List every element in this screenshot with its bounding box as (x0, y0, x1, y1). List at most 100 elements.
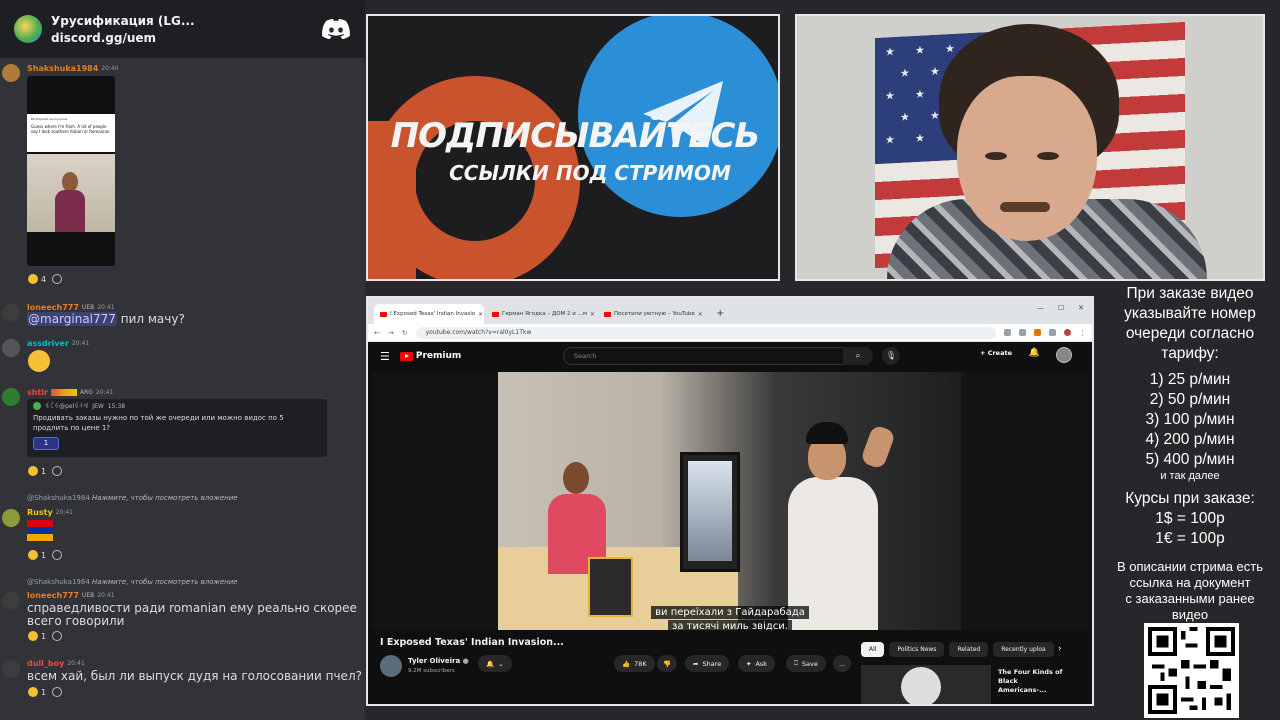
close-icon[interactable]: ✕ (478, 311, 483, 318)
rates-title: Курсы при заказе: (1125, 490, 1255, 507)
url-field[interactable]: youtube.com/watch?v=ral0yL1Tkw (415, 326, 996, 339)
reaction[interactable]: 1 (28, 466, 46, 476)
maximize-icon[interactable]: ☐ (1058, 304, 1064, 312)
video-frame (498, 372, 961, 630)
add-reaction-icon[interactable] (52, 466, 63, 476)
message-author[interactable]: shtir (27, 388, 48, 397)
close-window-icon[interactable]: ✕ (1078, 304, 1084, 312)
reaction[interactable]: 4 (28, 274, 46, 284)
related-video-title[interactable]: The Four Kinds of Black Americans-... (998, 668, 1068, 695)
extension-icon[interactable] (1019, 329, 1026, 336)
reaction[interactable]: 1 (28, 631, 46, 641)
back-icon[interactable]: ← (374, 329, 380, 337)
related-chips: All Politics News Related Recently uploa (861, 642, 1054, 657)
message-time: 20:40 (101, 65, 119, 72)
add-reaction-icon[interactable] (52, 550, 63, 560)
chip-recently-uploaded[interactable]: Recently uploa (993, 642, 1054, 657)
reload-icon[interactable]: ↻ (402, 329, 408, 337)
chevron-right-icon[interactable]: › (1058, 644, 1062, 654)
pricing-panel: При заказе видео указывайте номер очеред… (1100, 284, 1280, 623)
browser-window: I Exposed Texas' Indian Invasio ✕ Герман… (366, 296, 1094, 706)
create-button[interactable]: + Create (980, 349, 1012, 357)
chip-politics-news[interactable]: Politics News (889, 642, 945, 657)
dislike-button[interactable]: 👎 (657, 655, 678, 672)
banner-title: ПОДПИСЫВАЙТЕСЬ (390, 116, 761, 156)
reply-preview[interactable]: @Shakshuka1984 Нажмите, чтобы посмотреть… (27, 494, 238, 502)
emoji-icon (28, 550, 38, 560)
window-controls: — ☐ ✕ (1037, 304, 1084, 312)
extension-icon[interactable] (1034, 329, 1041, 336)
forward-icon[interactable]: → (388, 329, 394, 337)
channel-avatar[interactable] (380, 655, 402, 677)
chip-related[interactable]: Related (949, 642, 989, 657)
profile-icon[interactable] (1064, 329, 1071, 336)
avatar[interactable] (2, 509, 20, 527)
price-tier: 5) 400 р/мин (1145, 451, 1235, 468)
message-author[interactable]: loneech777 (27, 591, 79, 600)
ask-button[interactable]: ✦ Ask (738, 655, 776, 672)
pleading-emoji-icon (28, 350, 50, 372)
message-author[interactable]: Rusty (27, 508, 53, 517)
extension-icon[interactable] (1049, 329, 1056, 336)
note-line-3: с заказанными ранее (1125, 591, 1255, 606)
chip-all[interactable]: All (861, 642, 885, 657)
browser-tab[interactable]: Герман Ягодка – ДОМ 2 и ...м ✕ (486, 304, 596, 324)
browser-tab[interactable]: I Exposed Texas' Indian Invasio ✕ (374, 304, 484, 324)
related-video-thumbnail[interactable] (861, 665, 991, 704)
message-author[interactable]: dull_boy (27, 659, 64, 668)
reaction[interactable]: 1 (28, 550, 46, 560)
reply-preview[interactable]: @Shakshuka1984 Нажмите, чтобы посмотреть… (27, 578, 238, 586)
youtube-logo-icon (399, 351, 413, 361)
account-avatar[interactable] (1056, 347, 1072, 363)
add-reaction-icon[interactable] (52, 274, 63, 284)
search-icon[interactable]: ⌕ (843, 347, 873, 365)
browser-tab[interactable]: Посетили уютную – YouTube ✕ (598, 304, 708, 324)
menu-dots-icon[interactable]: ⋮ (1079, 329, 1086, 337)
server-invite-link[interactable]: discord.gg/uem (51, 31, 321, 45)
message-text: справедливости ради romanian ему реально… (27, 601, 357, 628)
avatar[interactable] (2, 660, 20, 678)
like-button[interactable]: 👍 78K (614, 655, 655, 672)
new-tab-icon[interactable]: + (710, 304, 730, 324)
youtube-logo[interactable]: Premium (399, 351, 461, 361)
minimize-icon[interactable]: — (1037, 304, 1044, 312)
reaction[interactable]: 1 (28, 687, 46, 697)
share-button[interactable]: ➦ Share (685, 655, 730, 672)
user-mention[interactable]: @marginal777 (27, 312, 117, 326)
price-tier: 4) 200 р/мин (1145, 431, 1235, 448)
avatar[interactable] (2, 388, 20, 406)
more-actions-button[interactable]: ... (833, 655, 852, 672)
avatar[interactable] (2, 64, 20, 82)
add-reaction-icon[interactable] (52, 687, 63, 697)
avatar[interactable] (2, 339, 20, 357)
image-attachment[interactable]: Participants anonymous Guess where I'm f… (27, 76, 115, 266)
rate-usd: 1$ = 100р (1155, 510, 1225, 527)
emoji-icon (28, 466, 38, 476)
search-input[interactable]: Search (563, 347, 868, 365)
discord-server-header[interactable]: Урусификация (LG... discord.gg/uem (0, 0, 365, 58)
embed-reaction-button[interactable]: 1 (33, 437, 59, 450)
video-player[interactable]: ви переїхали з Гайдарабада за тисячі мил… (372, 372, 1088, 630)
forwarded-message-embed[interactable]: ꑀꉓꑀ@pelꑀꊰꆂ JEW 15:38 Продивать заказы ну… (27, 399, 327, 457)
reaction-count: 4 (41, 274, 47, 284)
user-badge: ARG (79, 389, 93, 396)
message-author[interactable]: loneech777 (27, 303, 79, 312)
reactions: 4 (28, 274, 63, 284)
notifications-bell-icon[interactable]: 🔔 (1029, 348, 1040, 358)
message-author[interactable]: Shakshuka1984 (27, 64, 98, 73)
server-icon (14, 15, 42, 43)
avatar[interactable] (2, 592, 20, 610)
close-icon[interactable]: ✕ (590, 311, 595, 318)
save-button[interactable]: ⎕ Save (786, 655, 826, 672)
message-author[interactable]: assdriver (27, 339, 69, 348)
microphone-icon[interactable]: 🎙 (882, 347, 900, 365)
avatar[interactable] (2, 304, 20, 322)
extension-icon[interactable] (1004, 329, 1011, 336)
channel-name[interactable]: Tyler Oliveira ● (408, 657, 469, 665)
subscribe-bell-button[interactable]: 🔔 ⌄ (478, 655, 512, 672)
add-reaction-icon[interactable] (52, 631, 63, 641)
close-icon[interactable]: ✕ (698, 311, 703, 318)
menu-icon[interactable]: ☰ (380, 350, 390, 363)
chevron-down-icon: ⌄ (498, 659, 504, 668)
thumbs-down-icon: 👎 (663, 659, 672, 668)
